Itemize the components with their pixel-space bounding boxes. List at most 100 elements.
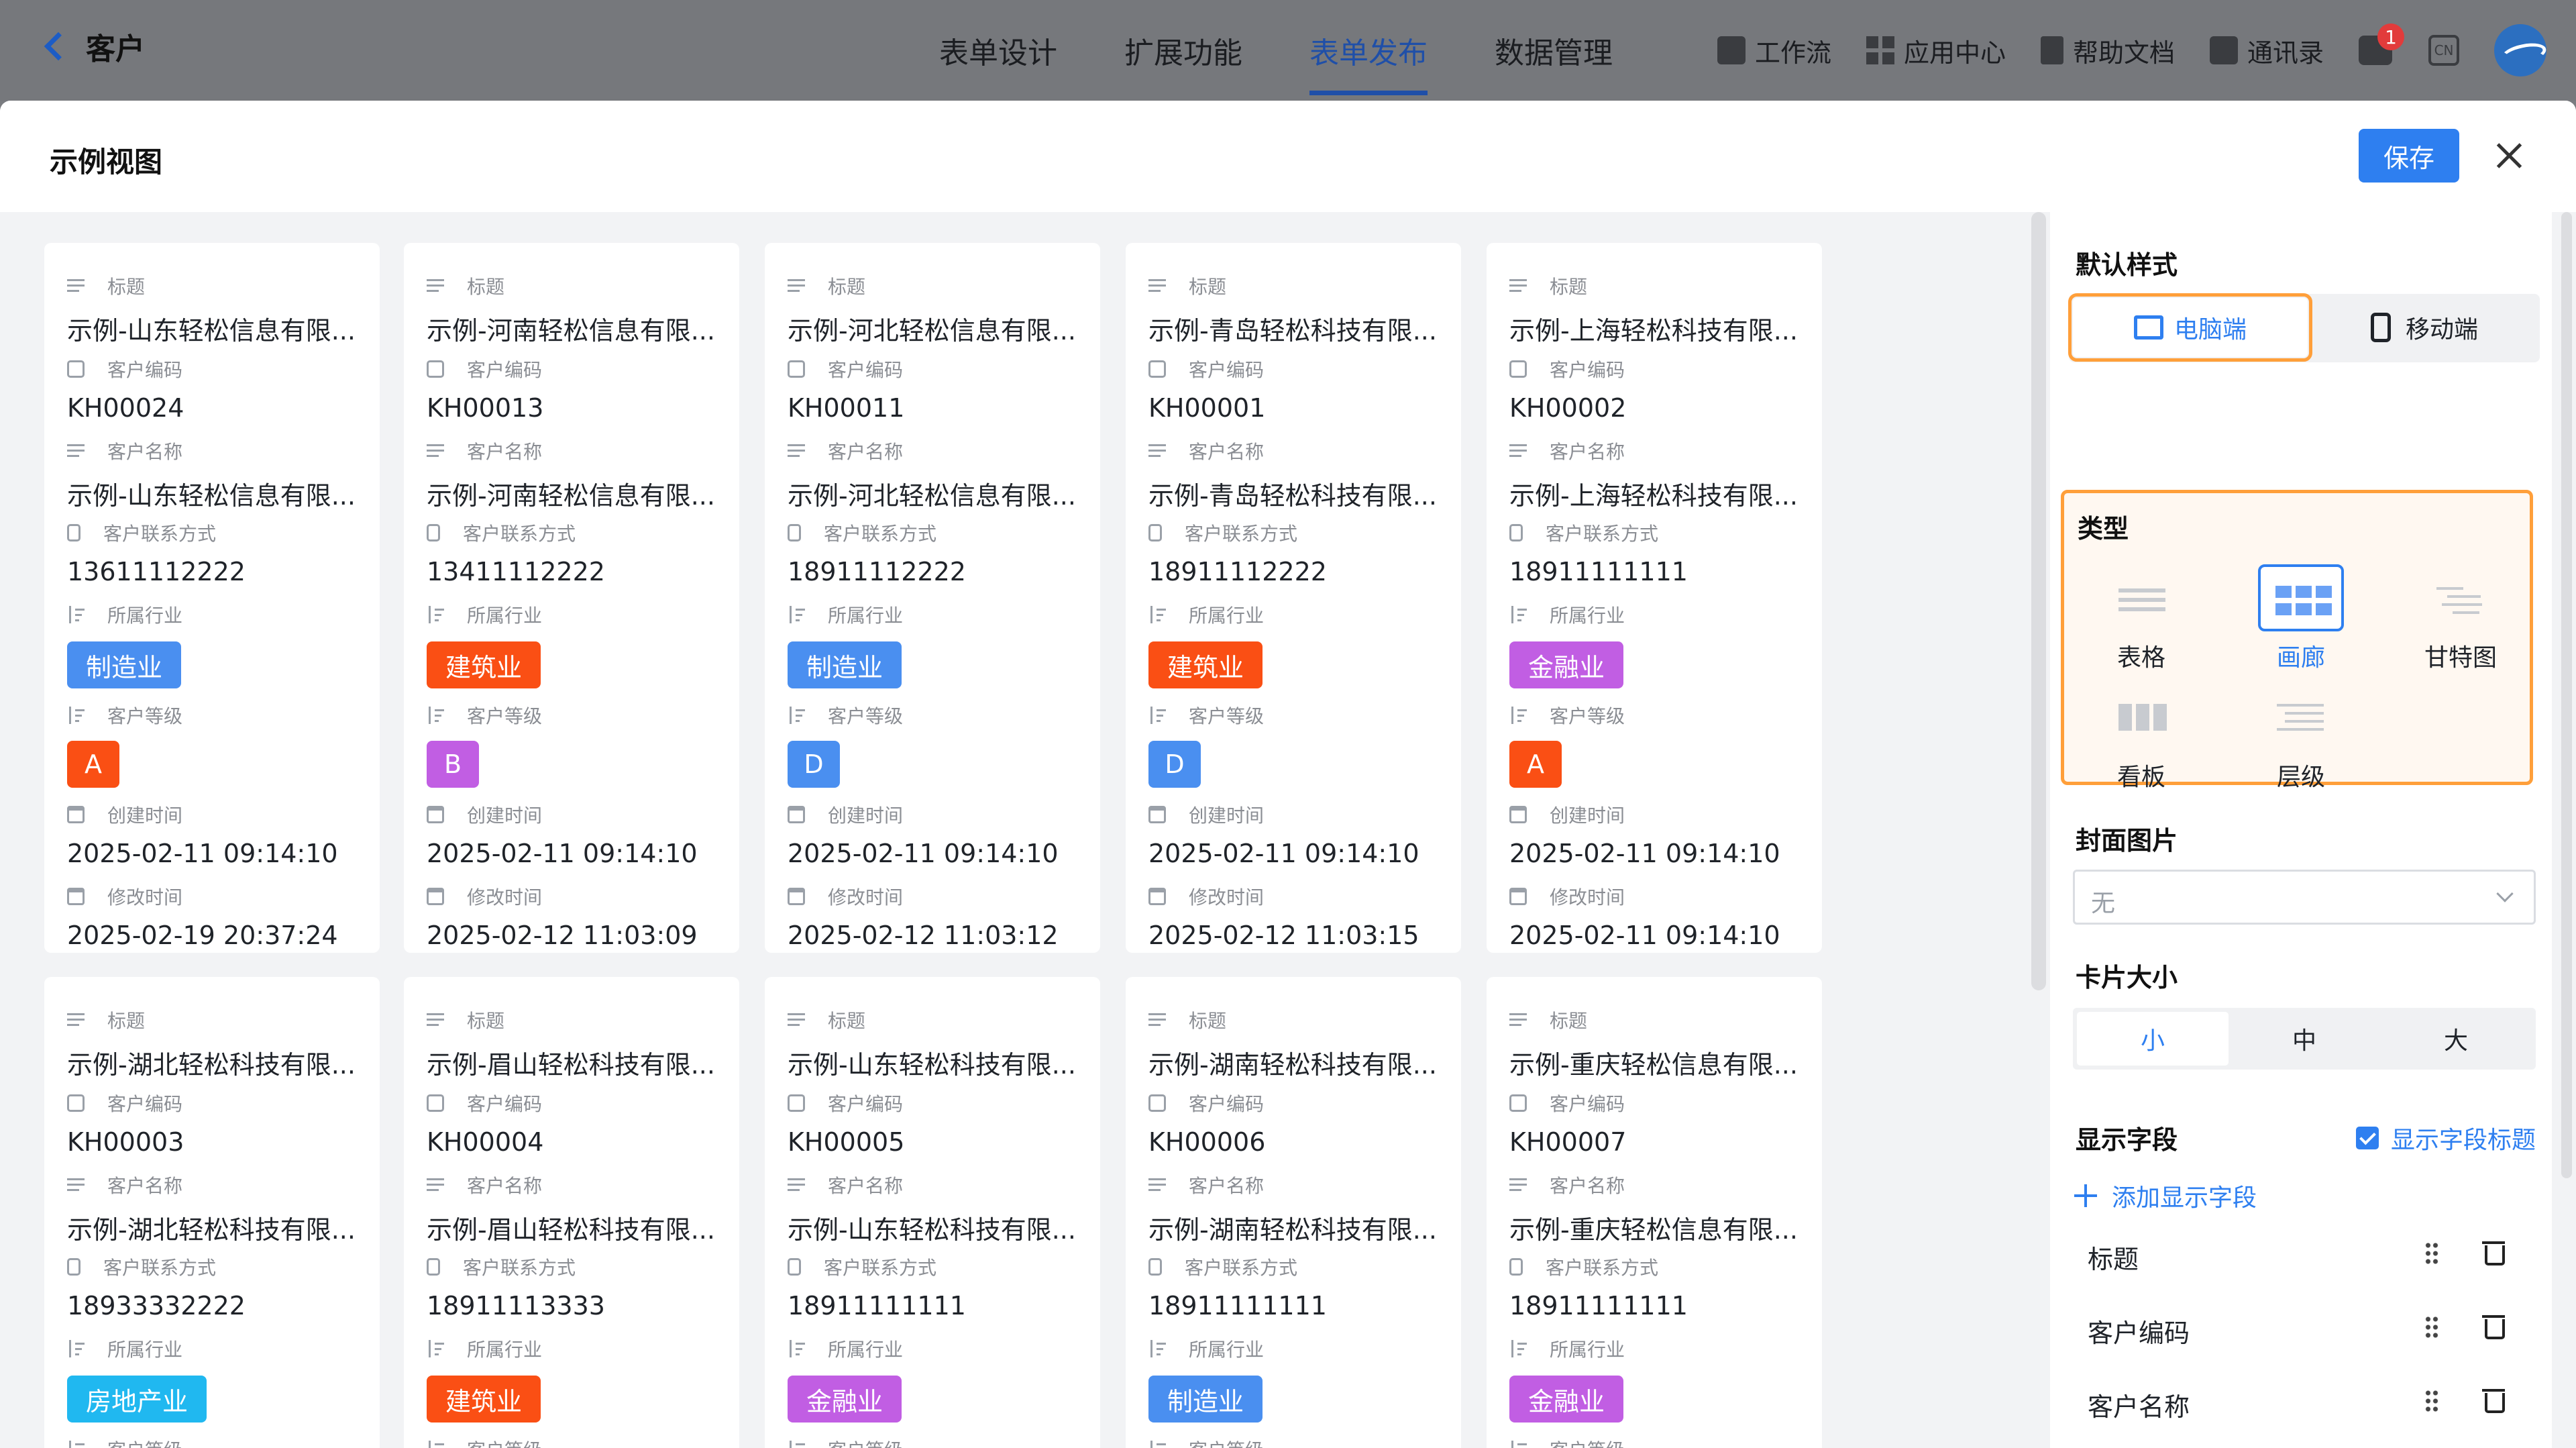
gallery-card[interactable]: 标题 示例-湖北轻松科技有限... 客户编码 KH00003 客户名称 示例-湖北轻松科技…: [44, 977, 380, 1448]
desktop-label: 电脑端: [2174, 316, 2247, 344]
code-field-icon: [67, 360, 85, 378]
gallery-card[interactable]: 标题 示例-河南轻松信息有限... 客户编码 KH00013 客户名称 示例-河南轻松信息…: [404, 243, 739, 953]
avatar[interactable]: [2494, 24, 2547, 76]
size-small[interactable]: 小: [2077, 1012, 2229, 1066]
field-value-code: KH00007: [1509, 1127, 1627, 1157]
drag-handle-icon[interactable]: [2424, 1389, 2439, 1413]
show-field-title-checkbox[interactable]: 显示字段标题: [2356, 1121, 2536, 1155]
type-gallery[interactable]: 画廊: [2251, 564, 2351, 673]
contacts-button[interactable]: 通讯录: [2210, 32, 2324, 69]
field-label-text: 客户名称: [107, 1175, 183, 1197]
field-value-name: 示例-重庆轻松信息有限...: [1509, 1215, 1798, 1245]
delete-icon[interactable]: [2482, 1388, 2505, 1413]
tab-extensions[interactable]: 扩展功能: [1124, 0, 1242, 101]
add-field-button[interactable]: 添加显示字段: [2074, 1178, 2257, 1213]
help-doc-button[interactable]: 帮助文档: [2041, 32, 2175, 69]
type-table[interactable]: 表格: [2091, 564, 2192, 673]
field-label-text: 客户编码: [828, 359, 904, 381]
sort-icon: [1148, 606, 1166, 623]
delete-icon[interactable]: [2482, 1314, 2505, 1339]
view-type-group: 类型 表格 画廊 甘特图 看板 层级: [2061, 490, 2533, 791]
field-label-text: 客户编码: [107, 359, 183, 381]
gallery-card[interactable]: 标题 示例-眉山轻松科技有限... 客户编码 KH00004 客户名称 示例-眉山轻松科技…: [404, 977, 739, 1448]
phone-icon: [67, 1258, 80, 1276]
gallery-card[interactable]: 标题 示例-上海轻松科技有限... 客户编码 KH00002 客户名称 示例-上海轻松科技…: [1487, 243, 1822, 953]
field-label-text: 客户编码: [1189, 359, 1265, 381]
field-value-created: 2025-02-11 09:14:10: [788, 839, 1059, 868]
field-value-title: 示例-湖南轻松科技有限...: [1148, 1050, 1437, 1080]
table-view-icon: [2098, 564, 2184, 631]
name-field-icon: [1509, 442, 1527, 460]
field-label: 所属行业: [1148, 1335, 1264, 1362]
name-field-icon: [67, 442, 85, 460]
gallery-card[interactable]: 标题 示例-山东轻松科技有限... 客户编码 KH00005 客户名称 示例-山东轻松科技…: [765, 977, 1100, 1448]
type-hierarchy-label: 层级: [2276, 764, 2325, 791]
field-label-text: 客户等级: [828, 705, 904, 727]
phone-icon: [1509, 1258, 1523, 1276]
type-hierarchy[interactable]: 层级: [2251, 684, 2351, 792]
code-field-icon: [427, 1094, 444, 1112]
level-badge: B: [427, 741, 479, 788]
title-field-icon: [1509, 1011, 1527, 1029]
save-button[interactable]: 保存: [2359, 129, 2459, 183]
field-label: 客户联系方式: [427, 519, 576, 546]
sort-icon: [788, 606, 805, 623]
name-field-icon: [427, 1176, 444, 1194]
tab-form-publish[interactable]: 表单发布: [1309, 0, 1428, 101]
code-field-icon: [67, 1094, 85, 1112]
workflow-label: 工作流: [1755, 38, 1832, 68]
gallery-card[interactable]: 标题 示例-青岛轻松科技有限... 客户编码 KH00001 客户名称 示例-青岛轻松科技…: [1126, 243, 1461, 953]
language-switch[interactable]: CN: [2428, 35, 2460, 66]
cover-select[interactable]: 无: [2073, 870, 2536, 925]
back-button[interactable]: 客户: [38, 23, 145, 70]
field-label: 客户联系方式: [788, 1253, 936, 1280]
delete-icon[interactable]: [2482, 1240, 2505, 1265]
sort-icon: [67, 1441, 85, 1448]
field-label-text: 创建时间: [467, 805, 543, 827]
size-large[interactable]: 大: [2380, 1012, 2532, 1066]
field-label-text: 所属行业: [1189, 605, 1265, 627]
field-value-modified: 2025-02-12 11:03:15: [1148, 921, 1419, 950]
gallery-card[interactable]: 标题 示例-湖南轻松科技有限... 客户编码 KH00006 客户名称 示例-湖南轻松科技…: [1126, 977, 1461, 1448]
type-gantt[interactable]: 甘特图: [2410, 564, 2511, 673]
tab-form-design[interactable]: 表单设计: [939, 0, 1057, 101]
field-label: 客户编码: [1148, 1090, 1264, 1117]
gallery-scrollbar[interactable]: [2031, 212, 2046, 990]
message-icon[interactable]: 1: [2359, 23, 2405, 65]
app-center-button[interactable]: 应用中心: [1866, 32, 2006, 69]
field-value-code: KH00003: [67, 1127, 184, 1157]
field-label-text: 客户名称: [467, 1175, 543, 1197]
type-kanban[interactable]: 看板: [2091, 684, 2192, 792]
panel-scrollbar[interactable]: [2561, 212, 2572, 1178]
calendar-icon: [1509, 888, 1527, 905]
gallery-card[interactable]: 标题 示例-重庆轻松信息有限... 客户编码 KH00007 客户名称 示例-重庆轻松信息…: [1487, 977, 1822, 1448]
field-label-text: 标题: [107, 276, 146, 298]
mobile-button[interactable]: 移动端: [2310, 298, 2538, 357]
tab-data-management[interactable]: 数据管理: [1495, 0, 1613, 101]
sort-icon: [427, 1441, 444, 1448]
settings-panel: 默认样式 电脑端 移动端 类型 表格 画廊 甘特图 看板 层级 封面图片 无 卡…: [2050, 212, 2552, 1448]
sort-icon: [67, 1340, 85, 1357]
gallery-card[interactable]: 标题 示例-河北轻松信息有限... 客户编码 KH00011 客户名称 示例-河北轻松信息…: [765, 243, 1100, 953]
gallery-card[interactable]: 标题 示例-山东轻松信息有限... 客户编码 KH00024 客户名称 示例-山东轻松信息…: [44, 243, 380, 953]
desktop-button[interactable]: 电脑端: [2068, 293, 2312, 362]
field-value-title: 示例-上海轻松科技有限...: [1509, 316, 1798, 346]
chevron-down-icon: [2496, 885, 2514, 902]
close-icon[interactable]: [2494, 141, 2524, 170]
field-label: 标题: [427, 1006, 504, 1033]
drag-handle-icon[interactable]: [2424, 1315, 2439, 1339]
drag-handle-icon[interactable]: [2424, 1241, 2439, 1265]
type-table-label: 表格: [2116, 644, 2165, 672]
code-field-icon: [427, 360, 444, 378]
title-field-icon: [427, 277, 444, 295]
size-medium[interactable]: 中: [2229, 1012, 2380, 1066]
workflow-button[interactable]: 工作流: [1717, 32, 1831, 69]
field-label: 修改时间: [67, 883, 182, 910]
field-label-text: 标题: [107, 1010, 146, 1032]
field-label: 修改时间: [1148, 883, 1264, 910]
header-tools: 工作流 应用中心 帮助文档 通讯录 1 CN: [1717, 0, 2547, 101]
field-value-title: 示例-山东轻松信息有限...: [67, 316, 356, 346]
field-label-text: 客户编码: [1189, 1093, 1265, 1115]
type-gallery-label: 画廊: [2276, 644, 2325, 672]
field-value-code: KH00013: [427, 393, 544, 423]
